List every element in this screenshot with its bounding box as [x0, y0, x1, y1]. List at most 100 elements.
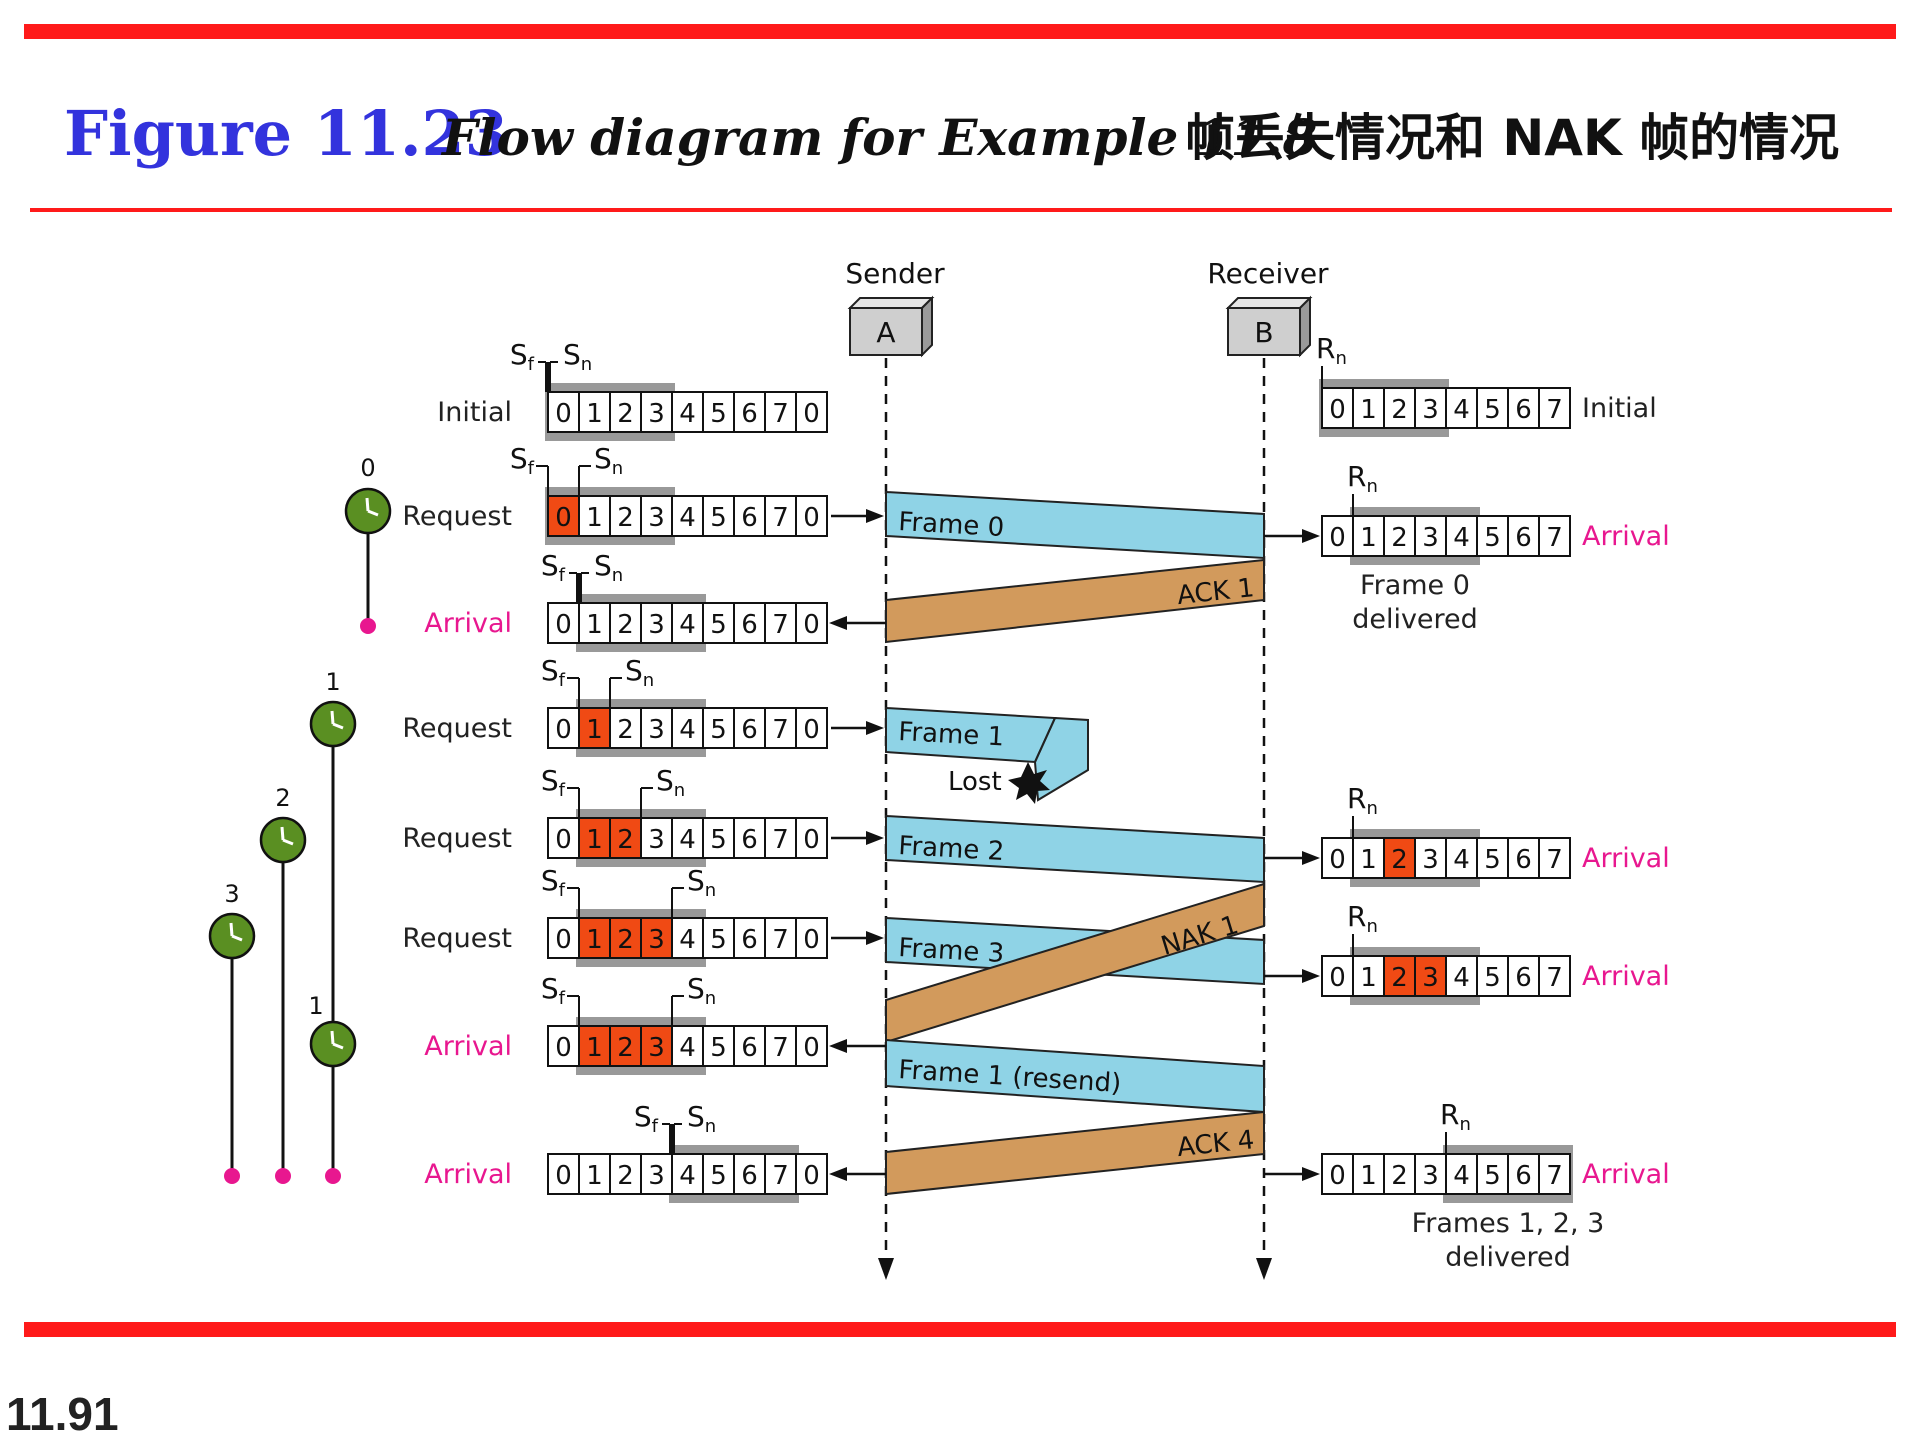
receiver-row-cell-value: 7 — [1546, 1161, 1563, 1191]
sender-row-cell-value: 1 — [586, 1033, 603, 1063]
sender-row: 0 1 2 3 4 5 6 7 0RequestSf Sn — [402, 442, 884, 545]
receiver-row-cell-value: 1 — [1360, 963, 1377, 993]
receiver-row-cell-value: 2 — [1391, 845, 1408, 875]
sender-row-cell-value: 0 — [803, 503, 820, 533]
sender-row-cell-value: 0 — [555, 503, 572, 533]
receiver-row-cell-value: 5 — [1484, 395, 1501, 425]
receiver-timeline-arrow — [1256, 1258, 1272, 1280]
receiver-row-cell-value: 0 — [1329, 1161, 1346, 1191]
receiver-row-cell-value: 6 — [1515, 845, 1532, 875]
receiver-row-cell-value: 0 — [1329, 845, 1346, 875]
sender-row-cell-value: 5 — [710, 715, 727, 745]
receiver-row-cell-value: 4 — [1453, 845, 1470, 875]
delivery-note: Frame 0 — [1360, 570, 1470, 601]
receiver-row-label: Arrival — [1582, 843, 1670, 874]
sender-row-cell-value: 6 — [741, 825, 758, 855]
receiver-row-cell-value: 3 — [1422, 1161, 1439, 1191]
timer-expiry-dot — [224, 1168, 240, 1184]
sender-row-label: Request — [402, 501, 512, 532]
sender-row-cell-value: 7 — [772, 399, 789, 429]
bottom-rule — [24, 1322, 1896, 1337]
sender-row-cell-value: 2 — [617, 825, 634, 855]
sender-row-cell-value: 0 — [803, 925, 820, 955]
sender-row: 0 1 2 3 4 5 6 7 0ArrivalSf Sn — [424, 972, 886, 1075]
sender-row-cell-value: 4 — [679, 825, 696, 855]
sender-row-cell-value: 3 — [648, 715, 665, 745]
receiver-row-label: Arrival — [1582, 1159, 1670, 1190]
receiver-row-cell-value: 2 — [1391, 523, 1408, 553]
sender-row-cell-value: 3 — [648, 825, 665, 855]
delivery-note: delivered — [1352, 604, 1478, 635]
sender-row-label: Request — [402, 823, 512, 854]
rn-pointer-label: Rn — [1316, 332, 1347, 369]
receiver-row-cell-value: 5 — [1484, 845, 1501, 875]
page-number: 11.91 — [6, 1388, 119, 1440]
frame-0-label: Frame 0 — [898, 507, 1005, 543]
receiver-row-cell-value: 4 — [1453, 963, 1470, 993]
sender-row-cell-value: 6 — [741, 925, 758, 955]
receiver-node-label: B — [1254, 316, 1273, 349]
sender-row-cell-value: 5 — [710, 825, 727, 855]
sender-row-cell-value: 6 — [741, 503, 758, 533]
rn-pointer-label: Rn — [1347, 460, 1378, 497]
sn-pointer-label: Sn — [656, 764, 685, 801]
sender-row-cell-value: 7 — [772, 610, 789, 640]
sender-row-cell-value: 2 — [617, 925, 634, 955]
sender-row-cell-value: 1 — [586, 825, 603, 855]
sender-row-cell-value: 0 — [803, 825, 820, 855]
sf-pointer-label: Sf — [634, 1100, 659, 1137]
sf-pointer-label: Sf — [541, 549, 566, 586]
receiver-row-cell-value: 6 — [1515, 1161, 1532, 1191]
receiver-row-label: Arrival — [1582, 961, 1670, 992]
timer-clock: 1 — [309, 668, 357, 1184]
sender-row-label: Arrival — [424, 1159, 512, 1190]
flow-diagram-canvas: Figure 11.23 Flow diagram for Example 11… — [6, 24, 1896, 1440]
frame-2-label: Frame 2 — [898, 831, 1005, 867]
sender-row-cell-value: 4 — [679, 715, 696, 745]
receiver-window-rows: 0 1 2 3 4 5 6 7 InitialRn0 1 2 3 4 5 6 7 ArrivalRnFrame … — [1264, 332, 1670, 1273]
sender-row-cell-value: 0 — [555, 925, 572, 955]
sender-row-cell-value: 1 — [586, 715, 603, 745]
sender-row-cell-value: 3 — [648, 610, 665, 640]
receiver-row-cell-value: 6 — [1515, 523, 1532, 553]
sender-row-cell-value: 2 — [617, 715, 634, 745]
sender-row-cell-value: 0 — [803, 610, 820, 640]
sender-row-cell-value: 2 — [617, 503, 634, 533]
receiver-row: 0 1 2 3 4 5 6 7 Arrival Rn — [1264, 782, 1670, 887]
sender-row: 0 1 2 3 4 5 6 7 0ArrivalSf Sn — [424, 549, 886, 652]
sender-row-cell-value: 0 — [555, 715, 572, 745]
sender-row: 0 1 2 3 4 5 6 7 0ArrivalSf Sn — [424, 1100, 886, 1203]
sender-timeline-arrow — [878, 1258, 894, 1280]
receiver-row-cell-value: 2 — [1391, 963, 1408, 993]
sender-row-cell-value: 0 — [555, 825, 572, 855]
receiver-row-cell-value: 2 — [1391, 1161, 1408, 1191]
sn-pointer-label: Sn — [625, 654, 654, 691]
sf-pointer-label: Sf — [541, 864, 566, 901]
receiver-row-cell-value: 3 — [1422, 395, 1439, 425]
timer-expiry-dot — [275, 1168, 291, 1184]
receiver-row-cell-value: 3 — [1422, 523, 1439, 553]
sender-row-cell-value: 0 — [803, 1033, 820, 1063]
sender-row-cell-value: 7 — [772, 1161, 789, 1191]
sender-row: 0 1 2 3 4 5 6 7 0RequestSf Sn — [402, 654, 884, 757]
sf-pointer-label: Sf — [541, 972, 566, 1009]
sender-row-cell-value: 4 — [679, 610, 696, 640]
sender-row-cell-value: 0 — [803, 399, 820, 429]
sn-pointer-label: Sn — [687, 972, 716, 1009]
sn-pointer-label: Sn — [687, 864, 716, 901]
sender-row-cell-value: 5 — [710, 1161, 727, 1191]
sender-row-cell-value: 5 — [710, 925, 727, 955]
sender-row-label: Arrival — [424, 608, 512, 639]
receiver-row-cell-value: 2 — [1391, 395, 1408, 425]
timer-clock: 0 — [344, 454, 392, 634]
receiver-row-cell-value: 1 — [1360, 395, 1377, 425]
sender-row-cell-value: 7 — [772, 925, 789, 955]
sender-row-cell-value: 4 — [679, 1161, 696, 1191]
sf-pointer-label: Sf — [541, 764, 566, 801]
receiver-label: Receiver — [1207, 257, 1329, 290]
figure-chinese-title: 帧丢失情况和 NAK 帧的情况 — [1185, 109, 1839, 167]
sender-row-cell-value: 0 — [555, 1033, 572, 1063]
sender-row-label: Initial — [437, 397, 512, 428]
sender-row-cell-value: 7 — [772, 1033, 789, 1063]
timer-clock: 3 — [208, 880, 256, 1184]
